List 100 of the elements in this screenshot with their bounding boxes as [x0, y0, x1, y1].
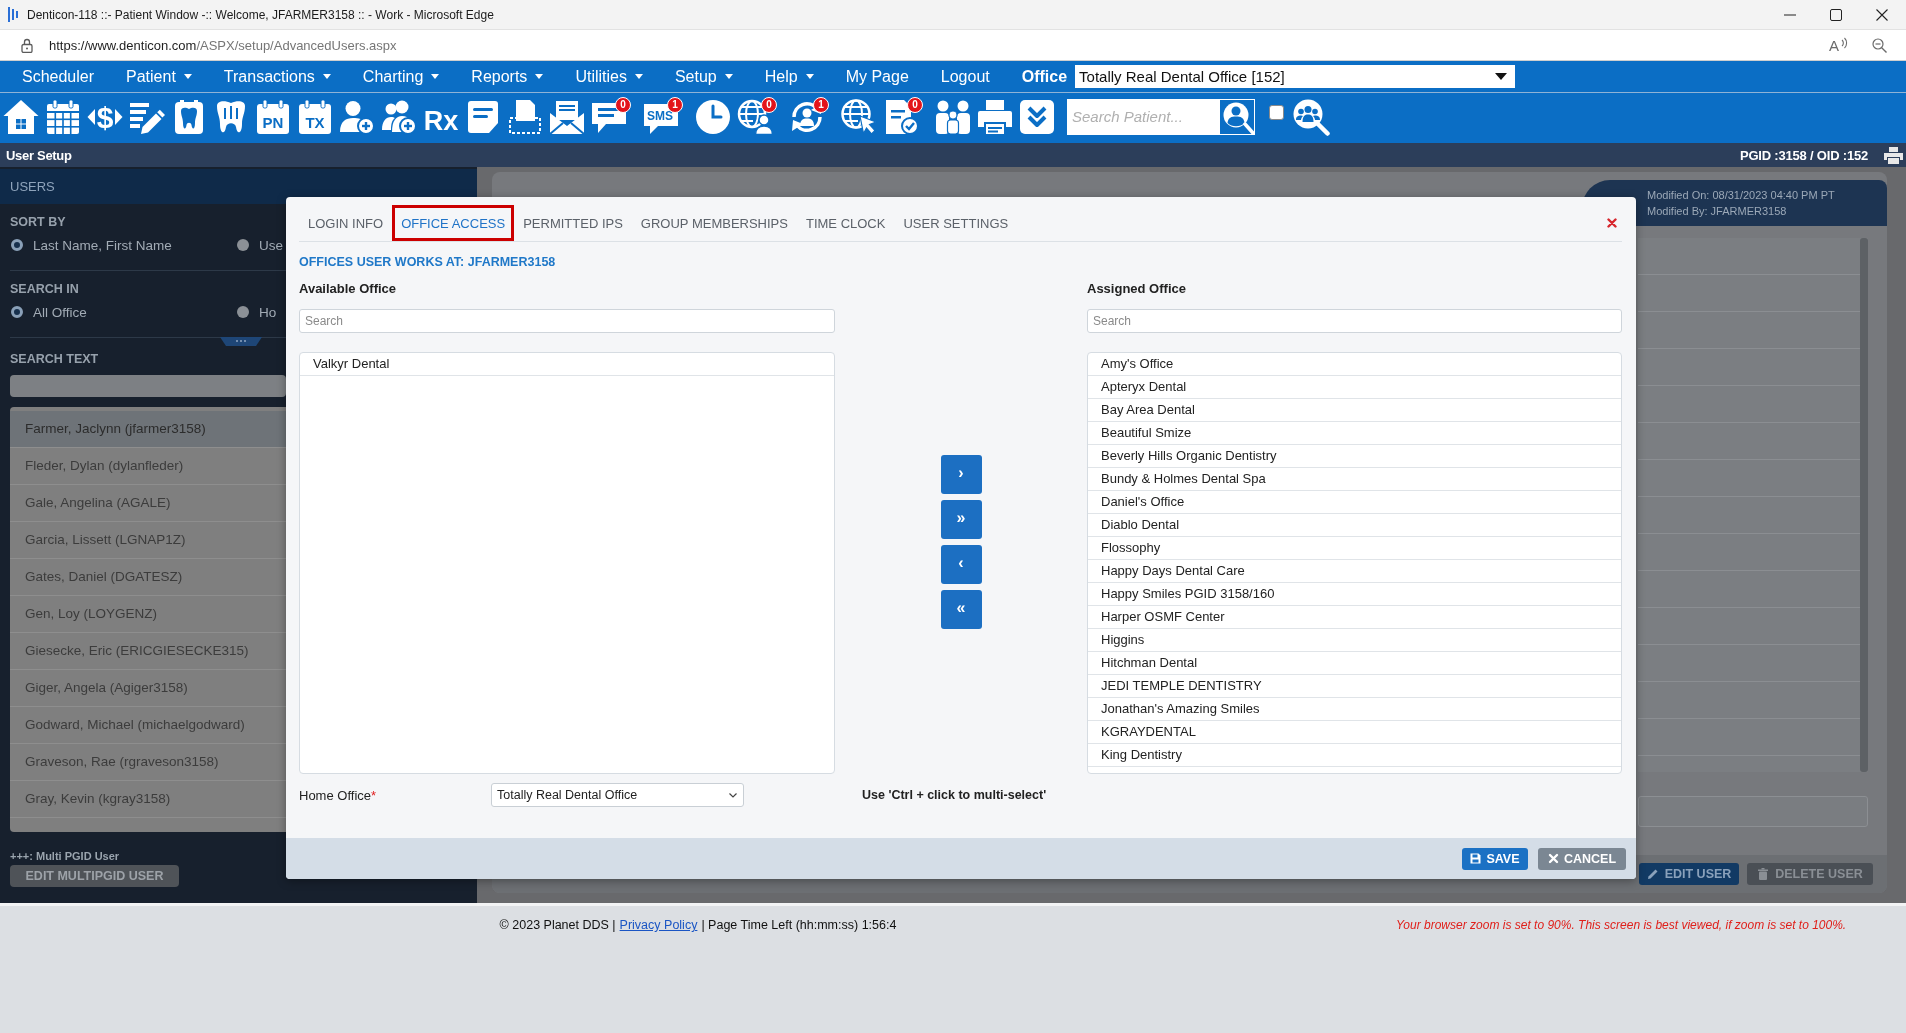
- list-item[interactable]: Beautiful Smize: [1088, 422, 1621, 445]
- notification-badge: 0: [907, 96, 923, 113]
- people-add-icon[interactable]: [381, 98, 417, 135]
- home-icon[interactable]: [3, 98, 39, 135]
- office-label: Office: [1021, 67, 1068, 86]
- printer-icon[interactable]: [1884, 146, 1903, 164]
- menu-item[interactable]: Scheduler: [22, 67, 95, 86]
- tab[interactable]: GROUP MEMBERSHIPS: [631, 205, 797, 241]
- user-list-item[interactable]: Farmer, Jaclynn (jfarmer3158): [10, 411, 286, 448]
- search-text-field[interactable]: [10, 375, 286, 397]
- radio-button[interactable]: [11, 306, 23, 318]
- modified-on-text: Modified On: 08/31/2023 04:40 PM PT: [1647, 188, 1836, 203]
- list-item[interactable]: Jonathan's Amazing Smiles: [1088, 698, 1621, 721]
- radio-label[interactable]: Last Name, First Name: [33, 237, 172, 253]
- envelope-icon[interactable]: [549, 98, 585, 135]
- grip-handle-icon[interactable]: [220, 337, 262, 346]
- dropdown-arrow-icon: [1495, 73, 1508, 80]
- radio-button[interactable]: [11, 239, 23, 251]
- group-search-icon[interactable]: [1292, 97, 1330, 136]
- document-check-icon[interactable]: [883, 98, 919, 135]
- search-field[interactable]: Search: [1087, 309, 1622, 333]
- hint-text: Use 'Ctrl + click to multi-select': [862, 788, 1047, 802]
- text-field[interactable]: [1638, 796, 1868, 827]
- list-item[interactable]: Beverly Hills Organic Dentistry: [1088, 445, 1621, 468]
- list-item[interactable]: Bay Area Dental: [1088, 399, 1621, 422]
- menu-item[interactable]: Setup: [674, 67, 733, 86]
- save-button[interactable]: SAVE: [1462, 847, 1528, 870]
- footer-link[interactable]: Privacy Policy: [619, 918, 698, 932]
- search-field[interactable]: Search: [299, 309, 835, 333]
- transfer-button[interactable]: »: [940, 499, 982, 539]
- caret-down-icon: [634, 74, 643, 79]
- list-item[interactable]: Flossophy: [1088, 537, 1621, 560]
- double-chevron-icon[interactable]: [1019, 98, 1055, 135]
- list-item[interactable]: Happy Days Dental Care: [1088, 560, 1621, 583]
- radio-label[interactable]: Ho: [259, 304, 277, 320]
- menu-item[interactable]: Patient: [126, 67, 192, 86]
- section-label: SEARCH TEXT: [10, 351, 99, 367]
- radio-button[interactable]: [237, 306, 249, 318]
- office-select[interactable]: Totally Real Dental Office [152]: [1075, 65, 1516, 88]
- trash-icon: [1757, 868, 1770, 880]
- list-item[interactable]: Harper OSMF Center: [1088, 606, 1621, 629]
- radio-label[interactable]: All Office: [33, 304, 87, 320]
- patient-search-field[interactable]: Search Patient...: [1067, 98, 1219, 135]
- menu-item[interactable]: Transactions: [223, 67, 331, 86]
- radio-button[interactable]: [237, 239, 249, 251]
- clock-icon[interactable]: [695, 98, 731, 135]
- sidebar-header: USERS: [0, 169, 477, 204]
- list-item[interactable]: King Dentistry: [1088, 744, 1621, 767]
- radio-label[interactable]: Use: [259, 237, 283, 253]
- transfer-button[interactable]: ‹: [940, 544, 982, 584]
- list-item[interactable]: Bundy & Holmes Dental Spa: [1088, 468, 1621, 491]
- lock-icon[interactable]: [21, 37, 33, 53]
- tab[interactable]: USER SETTINGS: [894, 205, 1018, 241]
- footer-text: | Page Time Left (hh:mm:ss) 1:56:4: [701, 918, 897, 932]
- printer-icon[interactable]: [977, 98, 1013, 135]
- tab[interactable]: TIME CLOCK: [796, 205, 895, 241]
- tab[interactable]: OFFICE ACCESS: [392, 205, 515, 241]
- note-icon[interactable]: [465, 98, 501, 135]
- list-item[interactable]: Amy's Office: [1088, 353, 1621, 376]
- person-add-icon[interactable]: [339, 98, 375, 135]
- menu-item[interactable]: Reports: [471, 67, 544, 86]
- scrollbar[interactable]: [1860, 238, 1868, 772]
- app-logo-icon: [8, 7, 18, 22]
- scanner-icon[interactable]: [507, 98, 543, 135]
- tab[interactable]: PERMITTED IPS: [514, 205, 632, 241]
- transfer-button[interactable]: ›: [940, 454, 982, 494]
- globe-person-icon[interactable]: [737, 98, 773, 135]
- maximize-icon[interactable]: [1830, 8, 1842, 21]
- edit-user-button[interactable]: EDIT USER: [1639, 863, 1739, 885]
- list-item[interactable]: Apteryx Dental: [1088, 376, 1621, 399]
- caret-down-icon: [183, 74, 192, 79]
- menu-item[interactable]: My Page: [845, 67, 909, 86]
- checkbox[interactable]: [1269, 105, 1284, 120]
- home-office-select[interactable]: Totally Real Dental Office: [491, 783, 744, 807]
- list-item[interactable]: Higgins: [1088, 629, 1621, 652]
- field-label: Home Office*: [299, 787, 378, 803]
- menu-item[interactable]: Charting: [362, 67, 440, 86]
- person-search-icon[interactable]: [1219, 98, 1255, 135]
- address-url[interactable]: https://www.denticon.com/ASPX/setup/AdvancedUsers.aspx: [49, 37, 397, 53]
- tab[interactable]: LOGIN INFO: [299, 205, 393, 241]
- transfer-button[interactable]: «: [940, 589, 982, 629]
- menu-item[interactable]: Utilities: [575, 67, 643, 86]
- prescription-icon[interactable]: Rx: [423, 98, 459, 135]
- list-item[interactable]: Daniel's Office: [1088, 491, 1621, 514]
- menu-item[interactable]: Logout: [940, 67, 990, 86]
- list-item[interactable]: Valkyr Dental: [300, 353, 834, 376]
- menu-item[interactable]: Help: [764, 67, 814, 86]
- cancel-button[interactable]: CANCEL: [1538, 847, 1626, 870]
- calendar-icon[interactable]: [45, 98, 81, 135]
- list-item[interactable]: Happy Smiles PGID 3158/160: [1088, 583, 1621, 606]
- caret-down-icon: [724, 74, 733, 79]
- list-item[interactable]: JEDI TEMPLE DENTISTRY: [1088, 675, 1621, 698]
- list-item[interactable]: Hitchman Dental: [1088, 652, 1621, 675]
- family-icon[interactable]: [935, 98, 971, 135]
- list-item[interactable]: KGRAYDENTAL: [1088, 721, 1621, 744]
- globe-cursor-icon[interactable]: [841, 98, 877, 135]
- column-title: Available Office: [299, 282, 398, 296]
- close-icon[interactable]: [1876, 8, 1888, 21]
- list-item[interactable]: Diablo Dental: [1088, 514, 1621, 537]
- zoom-out-icon[interactable]: [1872, 37, 1887, 53]
